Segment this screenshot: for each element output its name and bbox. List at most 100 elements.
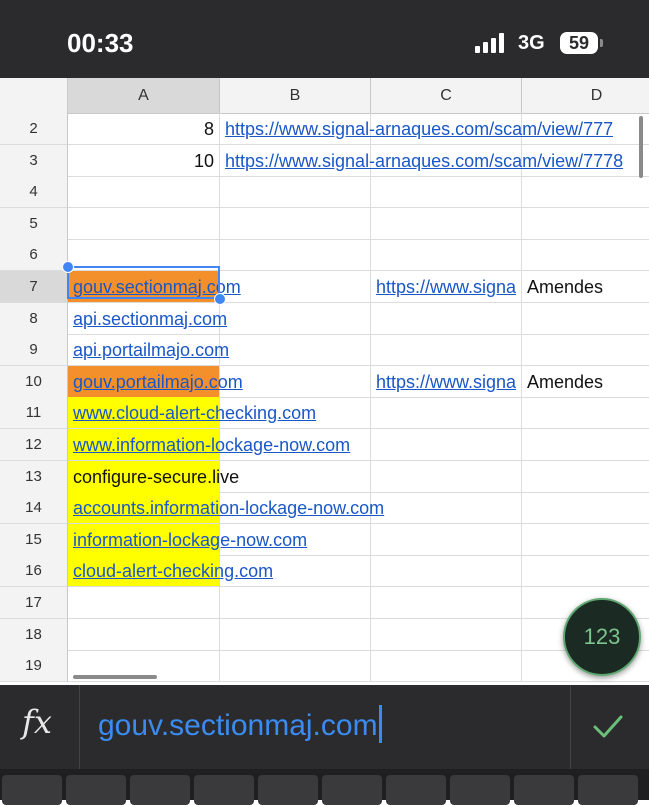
key-1[interactable] [2,775,62,805]
row-header[interactable]: 5 [0,207,68,240]
row-header[interactable]: 13 [0,460,68,493]
cell-b[interactable] [220,460,371,493]
cell-b[interactable] [220,618,371,651]
row-header[interactable]: 10 [0,365,68,398]
cell-text-a[interactable]: accounts.information-lockage-now.com [73,492,384,524]
cell-c[interactable] [371,460,522,493]
cell-text-a: 8 [203,119,214,139]
cell-selection-box[interactable] [67,266,220,299]
column-header-c[interactable]: C [371,78,522,113]
cell-text-a[interactable]: api.portailmajo.com [73,334,229,366]
cell-b[interactable] [220,587,371,619]
cell-b[interactable] [220,650,371,683]
cell-c[interactable] [371,207,522,240]
row-header[interactable]: 3 [0,144,68,177]
cell-d[interactable] [522,429,649,461]
row-header[interactable]: 6 [0,239,68,272]
cell-text-a[interactable]: www.cloud-alert-checking.com [73,397,316,429]
row-header[interactable]: 16 [0,555,68,588]
cell-b[interactable] [220,207,371,240]
table-row: 13 configure-secure.live [0,460,649,493]
row-header[interactable]: 17 [0,587,68,619]
cell-b[interactable] [220,302,371,335]
horizontal-scrollbar[interactable] [73,675,157,679]
cell-text-a[interactable]: information-lockage-now.com [73,524,307,556]
cell-d[interactable] [522,303,649,335]
cell-text-b[interactable]: https://www.signal-arnaques.com/scam/vie… [225,145,623,177]
cell-text-c[interactable]: https://www.signa [376,366,521,398]
row-header[interactable]: 8 [0,302,68,335]
row-header[interactable]: 2 [0,113,68,145]
cell-c[interactable] [371,650,522,683]
cell-c[interactable] [371,397,522,430]
cell-b[interactable] [220,239,371,272]
key-8[interactable] [450,775,510,805]
checkmark-icon[interactable] [590,708,626,744]
cell-c[interactable] [371,587,522,619]
column-header-d[interactable]: D [522,78,649,113]
cell-a[interactable] [68,207,220,240]
cell-c[interactable] [371,429,522,461]
cell-text-c[interactable]: https://www.signa [376,271,521,303]
cell-d[interactable] [522,492,649,525]
select-all-corner[interactable] [0,78,68,113]
formula-input[interactable]: gouv.sectionmaj.com [98,705,382,744]
cell-d[interactable] [522,397,649,430]
cell-c[interactable] [371,302,522,335]
row-header[interactable]: 4 [0,176,68,209]
cell-b[interactable] [220,334,371,367]
row-header[interactable]: 12 [0,429,68,461]
cell-a[interactable] [68,587,220,619]
cell-text-a[interactable]: cloud-alert-checking.com [73,555,273,587]
signal-strength-icon [475,33,505,53]
row-header[interactable]: 11 [0,397,68,430]
cell-a[interactable] [68,176,220,209]
spreadsheet-grid[interactable]: A B C D 2 8 https://www.signal-arnaques.co… [0,78,649,685]
cell-text-a[interactable]: gouv.portailmajo.com [73,366,243,398]
cell-text-a[interactable]: www.information-lockage-now.com [73,429,350,461]
cell-b[interactable] [220,176,371,209]
column-header-b[interactable]: B [220,78,371,113]
table-row: 17 [0,587,649,619]
row-header[interactable]: 7 [0,271,68,303]
cell-c[interactable] [371,618,522,651]
text-caret [378,705,382,744]
key-7[interactable] [386,775,446,805]
cell-text-b[interactable]: https://www.signal-arnaques.com/scam/vie… [225,113,613,145]
key-6[interactable] [322,775,382,805]
fx-icon[interactable]: fx [22,703,52,741]
row-header[interactable]: 18 [0,618,68,651]
cell-d[interactable] [522,239,649,272]
cell-d[interactable] [522,555,649,588]
key-5[interactable] [258,775,318,805]
key-9[interactable] [514,775,574,805]
key-2[interactable] [66,775,126,805]
cell-c[interactable] [371,555,522,588]
cell-c[interactable] [371,523,522,556]
row-header[interactable]: 9 [0,334,68,367]
vertical-scrollbar[interactable] [639,116,643,178]
cell-c[interactable] [371,334,522,367]
row-header[interactable]: 15 [0,523,68,556]
key-10[interactable] [578,775,638,805]
cell-d[interactable] [522,461,649,493]
selection-handle-bottom-right[interactable] [214,293,226,305]
cell-c[interactable] [371,239,522,272]
cell-b[interactable] [220,271,371,303]
cell-text-a[interactable]: api.sectionmaj.com [73,303,227,335]
cell-c[interactable] [371,492,522,525]
selection-handle-top-left[interactable] [62,261,74,273]
key-4[interactable] [194,775,254,805]
cell-a[interactable] [68,618,220,651]
column-header-a[interactable]: A [68,78,220,113]
key-3[interactable] [130,775,190,805]
cell-d[interactable] [522,334,649,367]
row-header[interactable]: 19 [0,650,68,683]
cell-c[interactable] [371,176,522,209]
cell-d[interactable] [522,524,649,556]
cell-d[interactable] [522,176,649,209]
row-header[interactable]: 14 [0,492,68,525]
cell-d[interactable] [522,208,649,240]
formula-divider [79,685,80,769]
number-keyboard-button[interactable]: 123 [563,598,641,676]
